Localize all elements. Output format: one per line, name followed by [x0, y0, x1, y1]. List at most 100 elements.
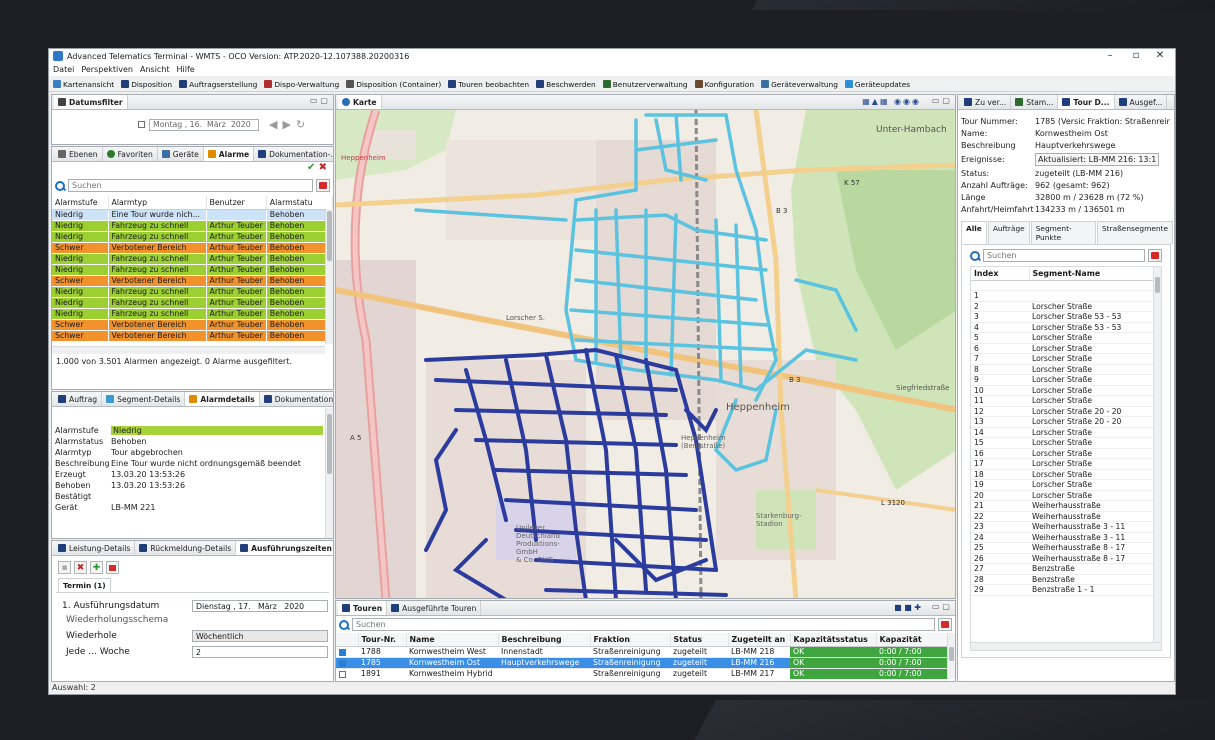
next-arrow-icon[interactable]: ▶ — [282, 118, 290, 131]
tab-termin[interactable]: Termin (1) — [58, 578, 111, 592]
tab-zu-verteilen[interactable]: Zu ver... — [960, 95, 1012, 109]
col-fraktion[interactable]: Fraktion — [590, 633, 671, 647]
segment-row[interactable]: 21 Weiherhausstraße — [971, 500, 1161, 512]
toolbar-geräteupdates[interactable]: Geräteupdates — [844, 80, 910, 89]
alarm-hscrollbar[interactable] — [52, 346, 325, 354]
segment-row[interactable]: 2 Lorscher Straße — [971, 301, 1161, 312]
close-button[interactable]: ✕ — [1149, 49, 1171, 63]
toolbar-auftragserstellung[interactable]: Auftragserstellung — [179, 80, 257, 89]
tab-favoriten[interactable]: Favoriten — [103, 147, 158, 161]
minimize-button[interactable]: – — [1099, 49, 1121, 63]
toolbar-dispo-verwaltung[interactable]: Dispo-Verwaltung — [264, 80, 339, 89]
tab-ausgefuehrt[interactable]: Ausgef... — [1115, 95, 1168, 109]
subtab-alle[interactable]: Alle — [961, 221, 987, 244]
tab-segment-details[interactable]: Segment-Details — [102, 392, 186, 406]
segment-row[interactable]: 14 Lorscher Straße — [971, 427, 1161, 438]
alarm-row[interactable]: Niedrig Fahrzeug zu schnell Arthur Teuber B… — [52, 297, 333, 309]
tab-alarmdetails[interactable]: Alarmdetails — [185, 392, 260, 406]
segment-row[interactable]: 17 Lorscher Straße — [971, 458, 1161, 470]
col-status[interactable]: Status — [670, 633, 729, 647]
delete-icon[interactable]: ✖ — [319, 162, 327, 173]
tab-tour-details[interactable]: Tour D... — [1058, 95, 1115, 109]
events-dropdown[interactable]: Aktualisiert: LB-MM 216: 13:1 — [1035, 152, 1160, 166]
tour-row[interactable]: 1785 Kornwestheim Ost Hauptverkehrswege Str… — [336, 657, 955, 669]
segment-row[interactable]: 29 Benzstraße 1 - 1 — [971, 584, 1161, 596]
panel-min-max[interactable]: ▭▢ — [932, 602, 953, 611]
segment-row[interactable]: 25 Weiherhausstraße 8 - 17 — [971, 542, 1161, 554]
menu-perspektiven[interactable]: Perspektiven — [81, 65, 133, 74]
alarm-scrollbar[interactable] — [325, 209, 333, 344]
subtab-segment-punkte[interactable]: Segment-Punkte — [1030, 221, 1096, 244]
alarm-row[interactable]: Schwer Verbotener Bereich Arthur Teuber Beh… — [52, 242, 333, 254]
menu-hilfe[interactable]: Hilfe — [177, 65, 195, 74]
segment-scrollbar[interactable] — [1153, 267, 1161, 643]
segment-row[interactable]: 22 Weiherhausstraße — [971, 511, 1161, 522]
segment-row[interactable]: 18 Lorscher Straße — [971, 469, 1161, 480]
clear-filter-button[interactable] — [938, 618, 952, 631]
toolbar-geräteverwaltung[interactable]: Geräteverwaltung — [761, 80, 838, 89]
tour-row[interactable]: 1891 Kornwestheim Hybrid Straßenreinigung z… — [336, 668, 955, 679]
col-benutzer[interactable]: Benutzer — [206, 196, 267, 210]
segment-row[interactable]: 3 Lorscher Straße 53 - 53 — [971, 311, 1161, 323]
col-beschreibung[interactable]: Beschreibung — [498, 633, 591, 647]
segment-row[interactable]: 5 Lorscher Straße — [971, 332, 1161, 344]
segment-row[interactable] — [971, 280, 1161, 291]
segment-row[interactable]: 20 Lorscher Straße — [971, 490, 1161, 501]
segment-row[interactable]: 1 — [971, 290, 1161, 302]
segment-row[interactable]: 4 Lorscher Straße 53 - 53 — [971, 322, 1161, 333]
tab-dokumentation-2[interactable]: Dokumentation-... — [260, 392, 333, 406]
segment-row[interactable]: 19 Lorscher Straße — [971, 479, 1161, 491]
toolbar-kartenansicht[interactable]: Kartenansicht — [53, 80, 114, 89]
subtab-strassensegmente[interactable]: Straßensegmente — [1096, 221, 1173, 244]
map-tools-icons[interactable]: ▦▲▦ ◉◉◉ — [862, 97, 921, 106]
date-picker[interactable]: Montag , 16. März 2020 — [149, 118, 259, 131]
datefilter-checkbox[interactable] — [138, 121, 145, 128]
alarm-row[interactable]: Niedrig Fahrzeug zu schnell Arthur Teuber B… — [52, 264, 333, 276]
tour-row[interactable]: 1788 Kornwestheim West Innenstadt Straßenre… — [336, 646, 955, 658]
alarm-row[interactable]: Niedrig Fahrzeug zu schnell Arthur Teuber B… — [52, 286, 333, 298]
alarm-row[interactable]: Niedrig Fahrzeug zu schnell Arthur Teuber B… — [52, 231, 333, 243]
col-zugeteilt[interactable]: Zugeteilt an — [728, 633, 791, 647]
alarm-row[interactable]: Schwer Verbotener Bereich Arthur Teuber Beh… — [52, 275, 333, 287]
tab-ausgefuehrte-touren[interactable]: Ausgeführte Touren — [387, 601, 482, 615]
tab-ebenen[interactable]: Ebenen — [54, 147, 103, 161]
segment-row[interactable]: 28 Benzstraße — [971, 574, 1161, 585]
tab-touren[interactable]: Touren — [338, 601, 388, 615]
segment-row[interactable]: 12 Lorscher Straße 20 - 20 — [971, 406, 1161, 417]
alarm-row[interactable]: Niedrig Eine Tour wurde nich... Behoben — [52, 209, 333, 221]
every-week-input[interactable]: 2 — [192, 646, 328, 658]
toolbar-beschwerden[interactable]: Beschwerden — [536, 80, 596, 89]
segment-row[interactable]: 8 Lorscher Straße — [971, 364, 1161, 375]
prev-arrow-icon[interactable]: ◀ — [269, 118, 277, 131]
refresh-icon[interactable]: ↻ — [296, 118, 305, 131]
panel-min-max[interactable]: ▭▢ — [310, 96, 331, 105]
segment-search-input[interactable]: Suchen — [983, 249, 1145, 262]
alarm-row[interactable]: Schwer Verbotener Bereich Arthur Teuber Beh… — [52, 319, 333, 331]
segment-row[interactable]: 16 Lorscher Straße — [971, 448, 1161, 459]
segment-row[interactable]: 13 Lorscher Straße 20 - 20 — [971, 416, 1161, 428]
col-index[interactable]: Index — [971, 267, 1030, 281]
alarm-row[interactable]: Niedrig Fahrzeug zu schnell Arthur Teuber B… — [52, 220, 333, 232]
menu-datei[interactable]: Datei — [53, 65, 74, 74]
segment-row[interactable]: 24 Weiherhausstraße 3 - 11 — [971, 532, 1161, 543]
tab-stammdaten[interactable]: Stam... — [1011, 95, 1059, 109]
tab-ausfuehrungszeiten[interactable]: Ausführungszeiten — [236, 541, 333, 555]
panel-min-max[interactable]: ▭▢ — [932, 96, 953, 105]
detail-scrollbar[interactable] — [325, 408, 333, 538]
segment-row[interactable]: 6 Lorscher Straße — [971, 343, 1161, 354]
tab-leistung-details[interactable]: Leistung-Details — [54, 541, 136, 555]
segment-row[interactable]: 10 Lorscher Straße — [971, 385, 1161, 396]
tab-alarme[interactable]: Alarme — [203, 147, 255, 161]
col-segment-name[interactable]: Segment-Name — [1029, 267, 1161, 281]
tour-checkbox[interactable] — [339, 670, 346, 678]
segment-row[interactable]: 27 Benzstraße — [971, 563, 1161, 575]
segment-row[interactable]: 15 Lorscher Straße — [971, 437, 1161, 449]
col-kapazitaet[interactable]: Kapazität — [876, 633, 955, 647]
clear-filter-button[interactable] — [1148, 249, 1162, 262]
tab-karte[interactable]: Karte — [338, 95, 382, 109]
subtab-auftraege[interactable]: Aufträge — [987, 221, 1030, 244]
segment-hscrollbar[interactable] — [971, 642, 1161, 650]
alarm-row[interactable]: Niedrig Fahrzeug zu schnell Arthur Teuber B… — [52, 308, 333, 320]
tab-dokumentation[interactable]: Dokumentation-... — [254, 147, 333, 161]
repeat-select[interactable]: Wöchentlich — [192, 630, 328, 642]
